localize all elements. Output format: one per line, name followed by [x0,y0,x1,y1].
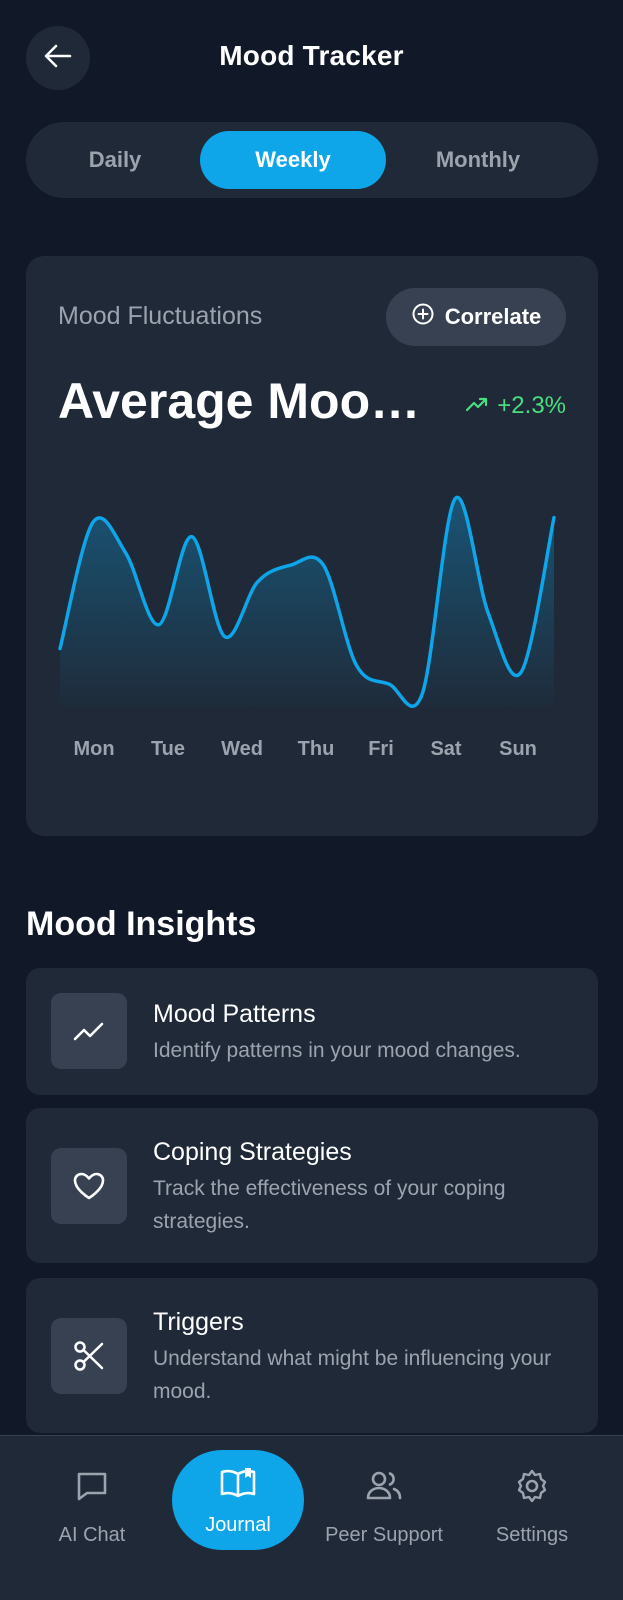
nav-label: Settings [495,1524,569,1546]
x-tick-label-thu: Thu [298,738,335,760]
scissors-icon [51,1318,127,1394]
period-tabs: Daily Weekly Monthly [26,122,598,198]
trend-value: +2.3% [497,392,566,419]
insight-title: Coping Strategies [153,1138,352,1166]
nav-ai-chat[interactable]: AI Chat [42,1436,142,1600]
correlate-label: Correlate [444,304,542,329]
chat-icon [74,1468,110,1510]
bottom-nav: AI Chat Journal Peer Support Settings [0,1435,623,1600]
nav-journal[interactable]: Journal [172,1450,304,1550]
trending-up-icon [465,392,489,420]
mood-chart: Mon Tue Wed Thu Fri Sat Sun [58,495,556,760]
nav-label: Journal [205,1514,271,1536]
insights-title: Mood Insights [26,905,257,943]
nav-label: AI Chat [58,1524,126,1546]
insight-coping-strategies[interactable]: Coping Strategies Track the effectivenes… [26,1108,598,1263]
insight-title: Mood Patterns [153,1000,316,1028]
page-title: Mood Tracker [219,40,404,71]
x-tick-label-sun: Sun [499,738,537,760]
x-tick-label-sat: Sat [430,738,461,760]
trending-up-icon [51,993,127,1069]
trend-indicator: +2.3% [465,392,566,420]
insight-description: Understand what might be influencing you… [153,1347,552,1403]
tab-weekly[interactable]: Weekly [200,131,386,189]
plus-circle-icon [411,302,435,332]
correlate-button[interactable]: Correlate [386,288,566,346]
tab-daily[interactable]: Daily [26,131,204,189]
users-icon [365,1468,403,1510]
average-mood-title: Average Mood... [58,373,442,429]
x-tick-label-fri: Fri [368,738,394,760]
mood-area-fill [60,497,554,707]
header: Mood Tracker [0,0,623,120]
insight-triggers[interactable]: Triggers Understand what might be influe… [26,1278,598,1433]
insight-title: Triggers [153,1308,244,1336]
mood-fluctuations-card: Mood Fluctuations Correlate Average Mood… [26,256,598,836]
nav-label: Peer Support [325,1524,443,1546]
insight-description: Track the effectiveness of your coping s… [153,1177,506,1233]
nav-peer-support[interactable]: Peer Support [318,1436,450,1600]
tab-monthly[interactable]: Monthly [386,131,570,189]
nav-settings[interactable]: Settings [482,1436,582,1600]
insight-description: Identify patterns in your mood changes. [153,1039,521,1062]
x-tick-label-tue: Tue [151,738,185,760]
x-tick-label-mon: Mon [73,738,114,760]
book-icon [219,1466,257,1506]
card-subtitle: Mood Fluctuations [58,302,263,330]
insight-mood-patterns[interactable]: Mood Patterns Identify patterns in your … [26,968,598,1095]
x-tick-label-wed: Wed [221,738,263,760]
gear-icon [514,1468,550,1510]
heart-icon [51,1148,127,1224]
